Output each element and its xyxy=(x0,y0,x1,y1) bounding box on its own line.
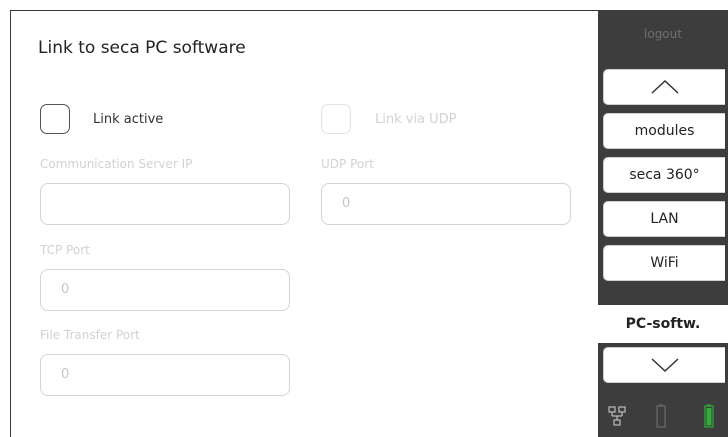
sidebar-item-lan[interactable]: LAN xyxy=(603,201,725,237)
scale-battery-icon xyxy=(656,404,666,428)
scroll-up-button[interactable] xyxy=(603,69,725,105)
sidebar-item-modules[interactable]: modules xyxy=(603,113,725,149)
scroll-down-button[interactable] xyxy=(603,347,725,383)
link-via-udp-label: Link via UDP xyxy=(375,112,457,127)
sidebar-item-wifi[interactable]: WiFi xyxy=(603,245,725,281)
link-active-label: Link active xyxy=(93,112,164,127)
sidebar: logout modules seca 360° LAN WiFi PC-sof… xyxy=(598,10,728,437)
tcp-port-label: TCP Port xyxy=(40,243,90,257)
link-via-udp-checkbox[interactable] xyxy=(321,104,351,134)
comm-server-ip-label: Communication Server IP xyxy=(40,157,193,171)
file-transfer-port-input[interactable]: 0 xyxy=(40,354,290,396)
comm-server-ip-input[interactable] xyxy=(40,183,290,225)
sidebar-item-seca-360[interactable]: seca 360° xyxy=(603,157,725,193)
udp-port-label: UDP Port xyxy=(321,157,374,171)
chevron-up-icon xyxy=(650,79,679,94)
udp-port-input[interactable]: 0 xyxy=(321,183,571,225)
file-transfer-port-label: File Transfer Port xyxy=(40,328,140,342)
link-active-checkbox[interactable] xyxy=(40,104,70,134)
battery-icon xyxy=(704,404,714,428)
tcp-port-input[interactable]: 0 xyxy=(40,269,290,311)
network-icon xyxy=(608,406,626,426)
status-bar xyxy=(598,396,728,437)
sidebar-item-pc-software[interactable]: PC-softw. xyxy=(598,305,728,343)
page-title: Link to seca PC software xyxy=(38,38,246,58)
chevron-down-icon xyxy=(650,358,679,373)
logout-button[interactable]: logout xyxy=(598,27,728,41)
